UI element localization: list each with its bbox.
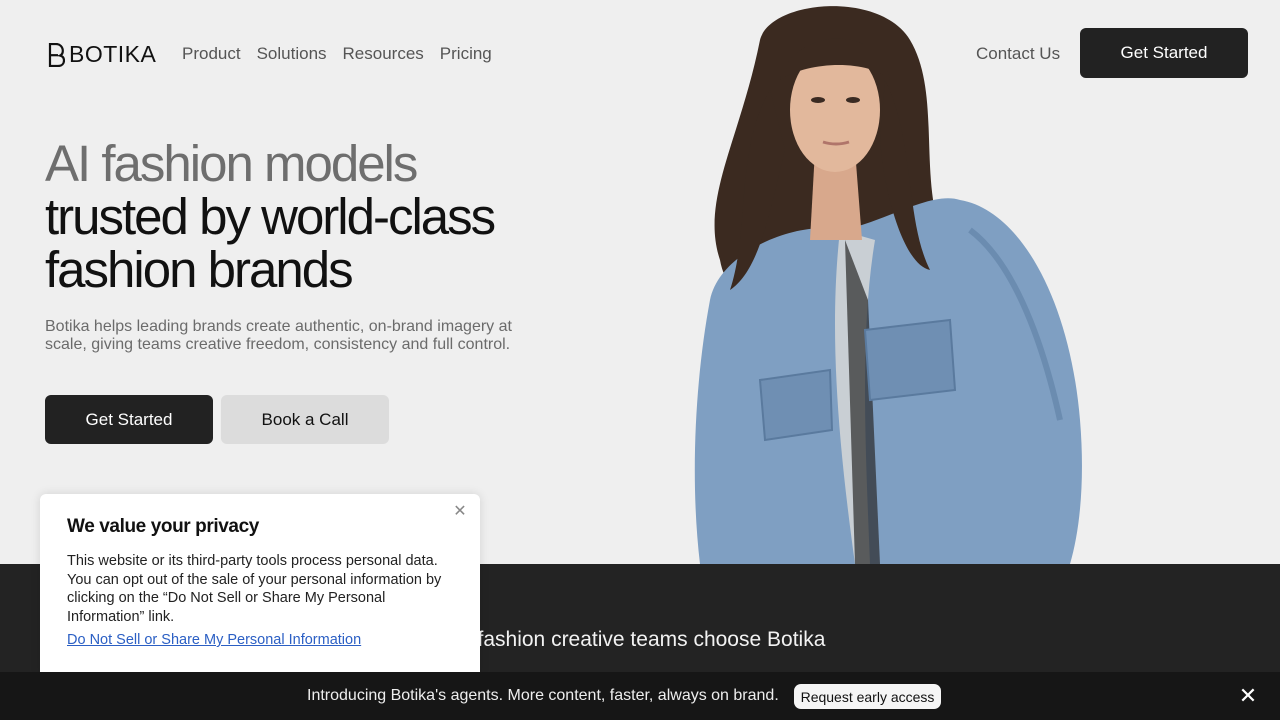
nav-item-solutions[interactable]: Solutions bbox=[257, 44, 327, 64]
banner-text: Introducing Botika's agents. More conten… bbox=[307, 687, 779, 704]
nav-item-pricing[interactable]: Pricing bbox=[440, 44, 492, 64]
headline-line-3: fashion brands bbox=[45, 241, 354, 298]
privacy-title: We value your privacy bbox=[67, 516, 259, 537]
nav-item-product[interactable]: Product bbox=[182, 44, 241, 64]
privacy-popup: ✕ We value your privacy This website or … bbox=[40, 494, 480, 674]
hero-headline: AI fashion models trusted by world-class… bbox=[45, 135, 496, 298]
botika-logo[interactable]: BOTIKA bbox=[47, 41, 156, 68]
close-icon[interactable]: ✕ bbox=[452, 504, 468, 520]
hero-get-started-button[interactable]: Get Started bbox=[45, 395, 213, 444]
hero-section: BOTIKA Product Solutions Resources Prici… bbox=[0, 0, 1280, 564]
nav-item-resources[interactable]: Resources bbox=[343, 44, 424, 64]
main-nav: Product Solutions Resources Pricing bbox=[182, 44, 492, 64]
do-not-sell-link[interactable]: Do Not Sell or Share My Personal Informa… bbox=[67, 632, 361, 648]
privacy-body: This website or its third-party tools pr… bbox=[67, 553, 442, 625]
hero-subtitle: Botika helps leading brands create authe… bbox=[45, 318, 512, 353]
botika-b-logo-icon bbox=[48, 42, 65, 67]
hero-model-image bbox=[694, 6, 1082, 564]
why-botika-heading: o fashion creative teams choose Botika bbox=[460, 628, 826, 651]
request-early-access-button[interactable]: Request early access bbox=[794, 684, 941, 709]
announcement-banner: Introducing Botika's agents. More conten… bbox=[0, 672, 1280, 720]
headline-line-1: AI fashion models bbox=[45, 135, 418, 192]
headline-line-2: trusted by world-class bbox=[45, 188, 496, 245]
logo-text: BOTIKA bbox=[69, 41, 157, 67]
book-a-call-button[interactable]: Book a Call bbox=[221, 395, 389, 444]
close-icon[interactable]: ✕ bbox=[1238, 685, 1258, 707]
